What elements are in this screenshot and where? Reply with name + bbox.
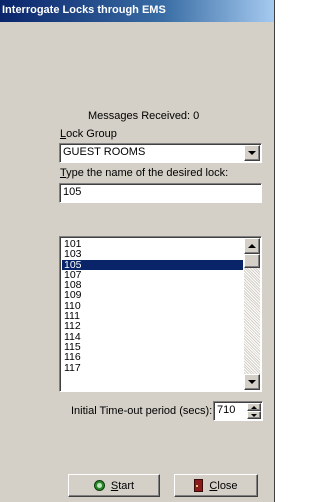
timeout-decrease-button[interactable] — [247, 411, 261, 419]
list-item[interactable]: 111 — [62, 311, 243, 322]
scroll-down-button[interactable] — [244, 374, 260, 390]
messages-received-text: Messages Received: 0 — [88, 110, 200, 122]
scroll-thumb[interactable] — [244, 254, 260, 268]
lock-name-label-rest: ype the name of the desired lock: — [66, 167, 229, 179]
lock-name-input-value: 105 — [63, 186, 82, 198]
list-item[interactable]: 109 — [62, 290, 243, 301]
chevron-down-icon — [248, 380, 256, 384]
scroll-up-button[interactable] — [244, 238, 260, 254]
timeout-label: Initial Time-out period (secs): — [71, 405, 213, 417]
list-item[interactable]: 116 — [62, 352, 243, 363]
chevron-down-icon — [251, 413, 257, 417]
start-button-label: Start — [111, 480, 134, 492]
dialog-window: Interrogate Locks through EMS Messages R… — [0, 0, 275, 502]
lock-name-label: Type the name of the desired lock: — [60, 167, 228, 179]
list-item[interactable]: 107 — [62, 269, 243, 280]
list-item[interactable]: 110 — [62, 300, 243, 311]
lock-group-label-rest: ock Group — [66, 128, 117, 140]
lock-list-items: 101 103 105 107 108 109 110 111 112 114 115 116 117 — [62, 239, 243, 373]
lock-name-input[interactable]: 105 — [59, 183, 262, 203]
list-item[interactable]: 114 — [62, 331, 243, 342]
start-icon — [93, 480, 105, 491]
list-item[interactable]: 117 — [62, 362, 243, 373]
lock-group-dropdown-button[interactable] — [244, 145, 260, 161]
chevron-up-icon — [251, 405, 257, 409]
door-icon — [194, 479, 204, 492]
timeout-increase-button[interactable] — [247, 403, 261, 411]
lock-group-select[interactable]: GUEST ROOMS — [59, 143, 262, 163]
lock-group-label: Lock Group — [60, 128, 117, 140]
start-label-rest: tart — [118, 479, 135, 492]
list-item[interactable]: 103 — [62, 249, 243, 260]
close-button-label: Close — [209, 480, 237, 492]
list-item[interactable]: 112 — [62, 321, 243, 332]
list-item[interactable]: 101 — [62, 239, 243, 250]
timeout-value: 710 — [217, 404, 236, 416]
window-title: Interrogate Locks through EMS — [0, 0, 274, 22]
timeout-spinner[interactable]: 710 — [213, 401, 263, 421]
list-item[interactable]: 115 — [62, 342, 243, 353]
close-button[interactable]: Close — [174, 474, 258, 497]
lock-group-selected-value: GUEST ROOMS — [63, 146, 146, 158]
chevron-down-icon — [248, 151, 256, 155]
chevron-up-icon — [248, 244, 256, 248]
close-label-rest: lose — [217, 479, 238, 492]
list-item[interactable]: 105 — [62, 259, 243, 270]
list-item[interactable]: 108 — [62, 280, 243, 291]
lock-list-scrollbar[interactable] — [244, 238, 260, 390]
lock-list[interactable]: 101 103 105 107 108 109 110 111 112 114 115 116 117 — [59, 236, 262, 392]
start-button[interactable]: Start — [68, 474, 160, 497]
